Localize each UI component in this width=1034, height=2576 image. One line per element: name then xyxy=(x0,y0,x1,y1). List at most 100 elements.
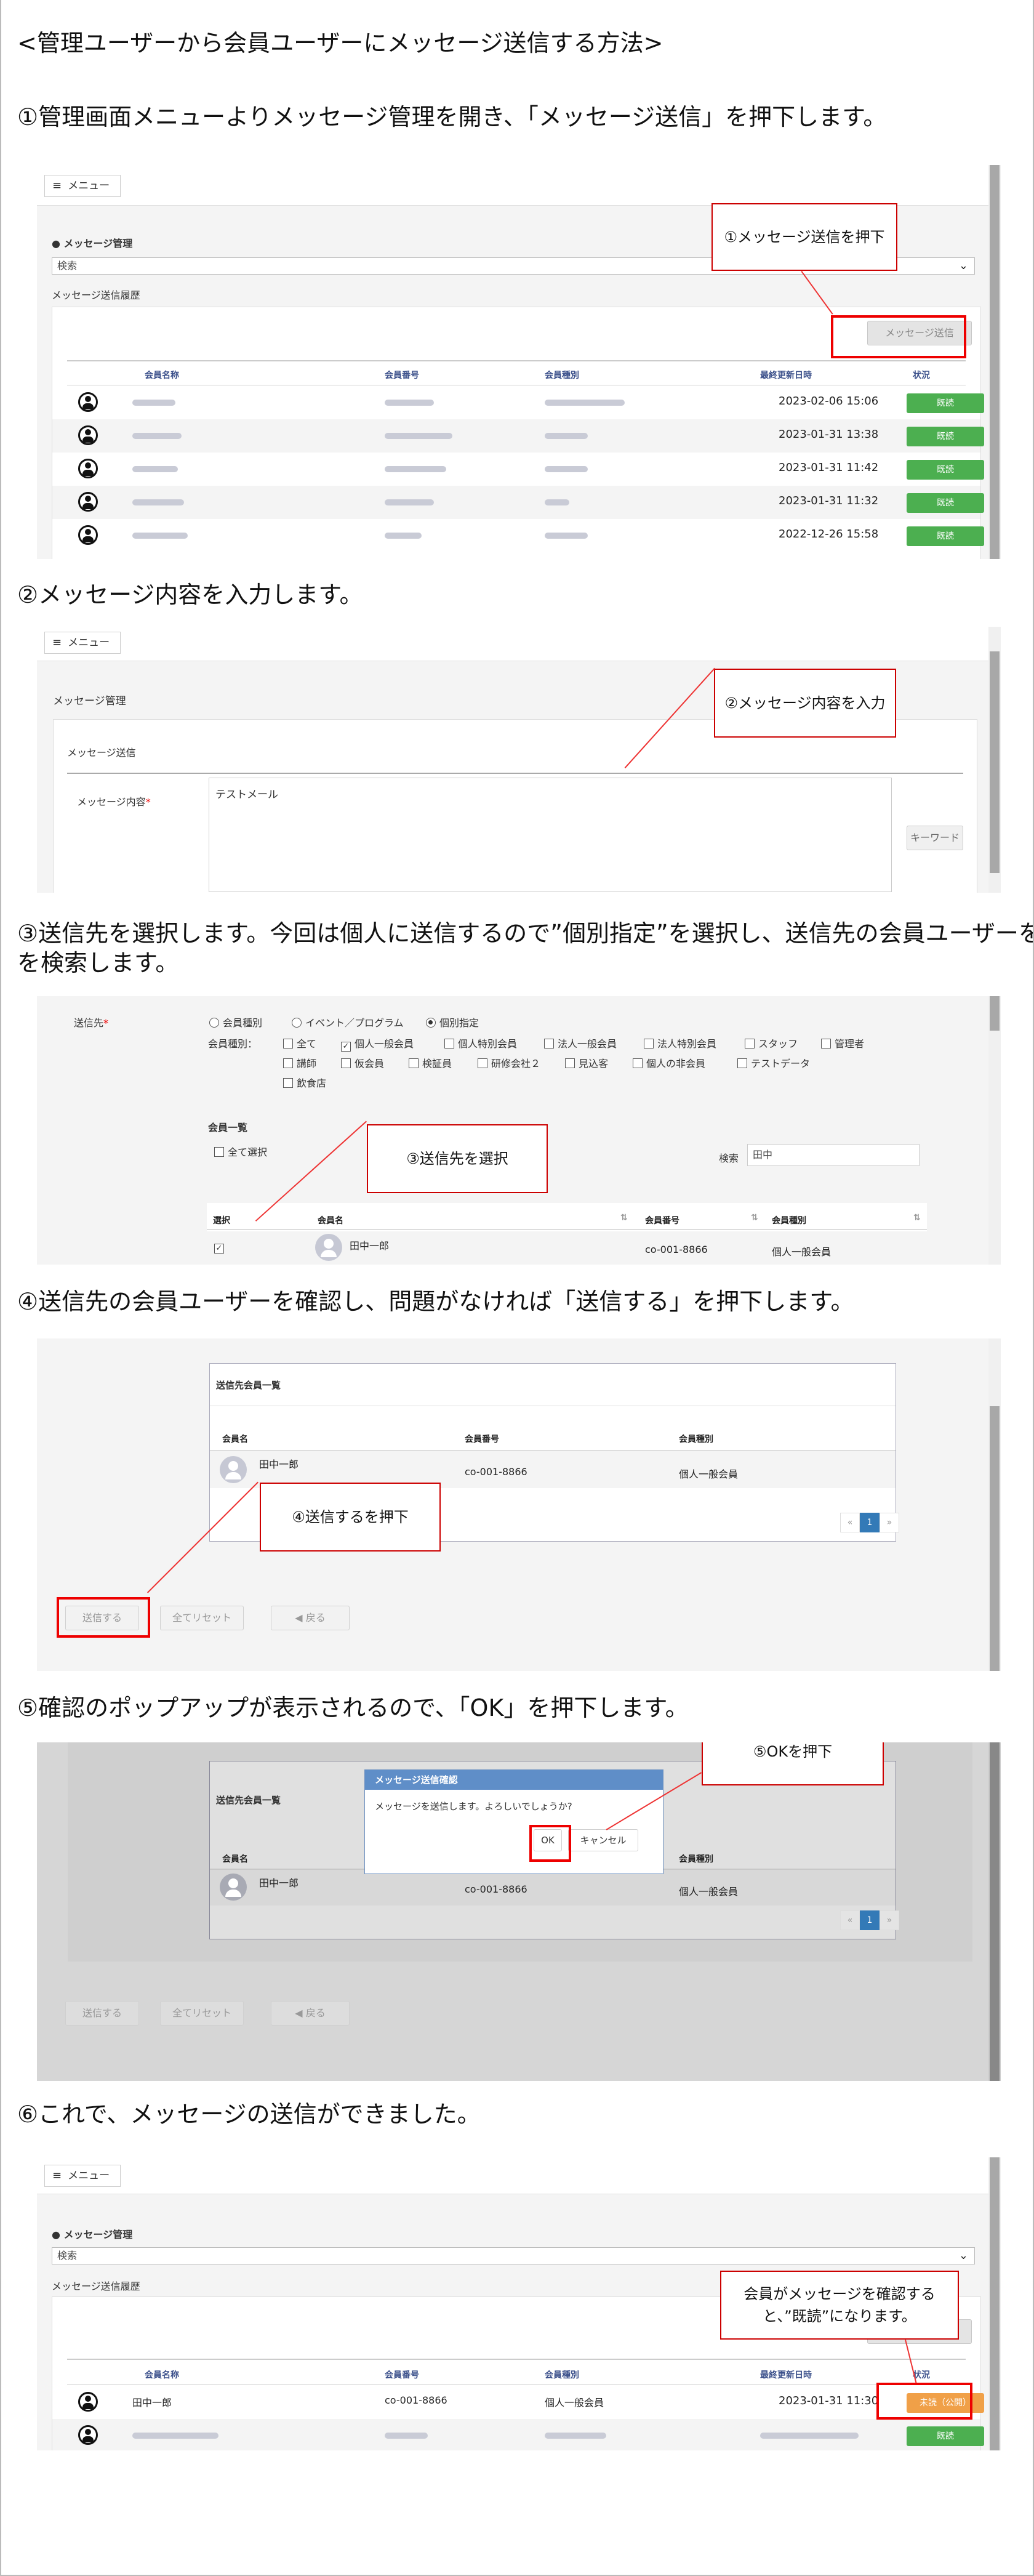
checkbox-checked-icon[interactable]: ✓ xyxy=(214,1244,224,1254)
user-icon xyxy=(78,525,98,545)
avatar xyxy=(220,1456,247,1483)
table-row[interactable]: 2022-12-26 15:58 既読 xyxy=(52,519,984,552)
page-prev[interactable]: « xyxy=(840,1513,860,1532)
step2-screenshot: ≡ メニュー メッセージ管理 メッセージ送信 メッセージ内容* テストメール キー… xyxy=(37,627,1001,893)
callout-step5: ⑤OKを押下 xyxy=(702,1742,884,1785)
send-message-button[interactable]: メッセージ送信 xyxy=(867,321,972,345)
step1-screenshot: ≡ メニュー ● メッセージ管理 検索 ⌄ メッセージ送信履歴 メッセージ送信 会員… xyxy=(37,165,1001,559)
scrollbar[interactable] xyxy=(988,165,1001,559)
hamburger-icon: ≡ xyxy=(52,636,62,649)
sort-icon[interactable]: ⇅ xyxy=(751,1213,758,1223)
message-content-label: メッセージ内容* xyxy=(77,796,151,808)
scrollbar[interactable] xyxy=(988,1338,1001,1671)
cancel-button[interactable]: キャンセル xyxy=(568,1829,638,1851)
send-button: 送信する xyxy=(65,2001,139,2026)
step4-heading: ④送信先の会員ユーザーを確認し、問題がなければ「送信する」を押下します。 xyxy=(17,1288,854,1315)
table-row[interactable]: 2023-01-31 11:32 既読 xyxy=(52,486,984,519)
sort-icon[interactable]: ⇅ xyxy=(620,1213,628,1223)
top-bar: ≡ メニュー xyxy=(37,627,988,661)
status-badge: 既読 xyxy=(907,526,984,546)
cb-prospect[interactable]: 見込客 xyxy=(565,1055,608,1070)
step5-screenshot: 送信先会員一覧 会員名 会員種別 田中一郎 co-001-8866 個人一般会員… xyxy=(37,1742,1001,2081)
member-list-title: 会員一覧 xyxy=(208,1122,248,1133)
scrollbar[interactable] xyxy=(988,1742,1001,2081)
status-badge: 未読（公開） xyxy=(907,2393,984,2413)
table-row[interactable]: 田中一郎 co-001-8866 個人一般会員 2023-01-31 11:30… xyxy=(52,2386,984,2419)
chevron-down-icon: ⌄ xyxy=(958,2249,968,2262)
callout-step4: ④送信するを押下 xyxy=(260,1483,441,1552)
cb-corp-special[interactable]: 法人特別会員 xyxy=(644,1036,716,1050)
keyword-button[interactable]: キーワード xyxy=(907,826,963,850)
message-mgmt-label: ● メッセージ管理 xyxy=(52,2229,133,2240)
avatar xyxy=(315,1234,342,1261)
chevron-down-icon: ⌄ xyxy=(958,259,968,272)
scrollbar[interactable] xyxy=(988,2157,1001,2450)
ok-button[interactable]: OK xyxy=(534,1829,562,1851)
cb-restaurant[interactable]: 飲食店 xyxy=(283,1075,326,1090)
menu-button[interactable]: ≡ メニュー xyxy=(44,175,121,197)
user-icon xyxy=(78,492,98,512)
send-button[interactable]: 送信する xyxy=(65,1606,139,1630)
popup-title: メッセージ送信確認 xyxy=(365,1770,663,1790)
scrollbar[interactable] xyxy=(988,996,1001,1265)
cb-verifier[interactable]: 検証員 xyxy=(409,1055,452,1070)
menu-button[interactable]: ≡ メニュー xyxy=(44,632,121,654)
table-row[interactable]: 2023-01-31 11:42 既読 xyxy=(52,453,984,486)
cb-provisional[interactable]: 仮会員 xyxy=(341,1055,384,1070)
cb-staff[interactable]: スタッフ xyxy=(745,1036,798,1050)
divider xyxy=(67,360,966,361)
sort-icon[interactable]: ⇅ xyxy=(913,1213,921,1223)
message-mgmt-label: ● メッセージ管理 xyxy=(52,238,133,249)
back-button[interactable]: ◀ 戻る xyxy=(271,1606,350,1630)
radio-individual[interactable]: 個別指定 xyxy=(426,1015,479,1029)
page-next[interactable]: » xyxy=(880,1513,899,1532)
user-icon xyxy=(78,425,98,445)
cb-training[interactable]: 研修会社２ xyxy=(478,1055,540,1070)
radio-checked-icon xyxy=(426,1018,436,1028)
top-bar: ≡ メニュー xyxy=(37,165,988,206)
cb-test[interactable]: テストデータ xyxy=(737,1055,810,1070)
avatar xyxy=(220,1874,247,1901)
chat-bubble-icon: ● xyxy=(52,238,60,249)
callout-step3: ③送信先を選択 xyxy=(367,1124,548,1193)
step1-heading: ①管理画面メニューよりメッセージ管理を開き、「メッセージ送信」を押下します。 xyxy=(17,103,887,131)
search-select[interactable]: 検索 ⌄ xyxy=(52,2247,975,2264)
status-badge: 既読 xyxy=(907,393,984,413)
message-form-panel: メッセージ送信 メッセージ内容* テストメール キーワード xyxy=(53,719,977,893)
radio-icon xyxy=(209,1018,219,1028)
reset-button: 全てリセット xyxy=(160,2001,244,2026)
page-1[interactable]: 1 xyxy=(860,1513,880,1532)
step3-screenshot: 送信先* 会員種別 イベント／プログラム 個別指定 会員種別： 全て ✓ 個人一般… xyxy=(37,996,1001,1265)
hamburger-icon: ≡ xyxy=(52,2169,62,2182)
cb-non-member[interactable]: 個人の非会員 xyxy=(633,1055,705,1070)
popup-message: メッセージを送信します。よろしいでしょうか? xyxy=(375,1801,572,1812)
select-all-checkbox[interactable]: 全て選択 xyxy=(214,1144,267,1159)
table-row[interactable]: 既読 xyxy=(52,2419,984,2450)
form-title: メッセージ送信 xyxy=(67,747,136,759)
step5-heading: ⑤確認のポップアップが表示されるので、「OK」を押下します。 xyxy=(17,1694,689,1721)
cb-corp-general[interactable]: 法人一般会員 xyxy=(544,1036,617,1050)
cb-all[interactable]: 全て xyxy=(283,1036,316,1050)
cb-individual-general[interactable]: ✓ 個人一般会員 xyxy=(341,1036,414,1052)
table-row[interactable]: ✓ 田中一郎 co-001-8866 個人一般会員 xyxy=(207,1231,927,1265)
scrollbar[interactable] xyxy=(988,627,1001,893)
member-search-input[interactable]: 田中 xyxy=(747,1144,920,1166)
checkbox-checked-icon: ✓ xyxy=(341,1042,351,1052)
cb-individual-special[interactable]: 個人特別会員 xyxy=(444,1036,517,1050)
back-icon: ◀ xyxy=(295,1612,303,1624)
menu-button[interactable]: ≡ メニュー xyxy=(44,2165,121,2187)
col-status: 状況 xyxy=(913,371,930,380)
radio-member-type[interactable]: 会員種別 xyxy=(209,1015,262,1029)
cb-admin[interactable]: 管理者 xyxy=(821,1036,864,1050)
back-icon: ◀ xyxy=(295,2007,303,2019)
radio-event[interactable]: イベント／プログラム xyxy=(292,1015,404,1029)
table-row[interactable]: 2023-02-06 15:06 既読 xyxy=(52,386,984,419)
cb-lecturer[interactable]: 講師 xyxy=(283,1055,316,1070)
member-table: 選択 会員名 ⇅ 会員番号 ⇅ 会員種別 ⇅ ✓ 田中一郎 co-001-886… xyxy=(207,1203,927,1265)
table-row[interactable]: 2023-01-31 13:38 既読 xyxy=(52,419,984,453)
step2-heading: ②メッセージ内容を入力します。 xyxy=(17,581,363,608)
reset-button[interactable]: 全てリセット xyxy=(160,1606,244,1630)
step3-heading: ③送信先を選択します。今回は個人に送信するので”個別指定”を選択し、送信先の会員… xyxy=(17,920,1033,947)
table-row: 田中一郎 co-001-8866 個人一般会員 xyxy=(210,1870,896,1906)
message-content-textarea[interactable]: テストメール xyxy=(209,778,892,892)
